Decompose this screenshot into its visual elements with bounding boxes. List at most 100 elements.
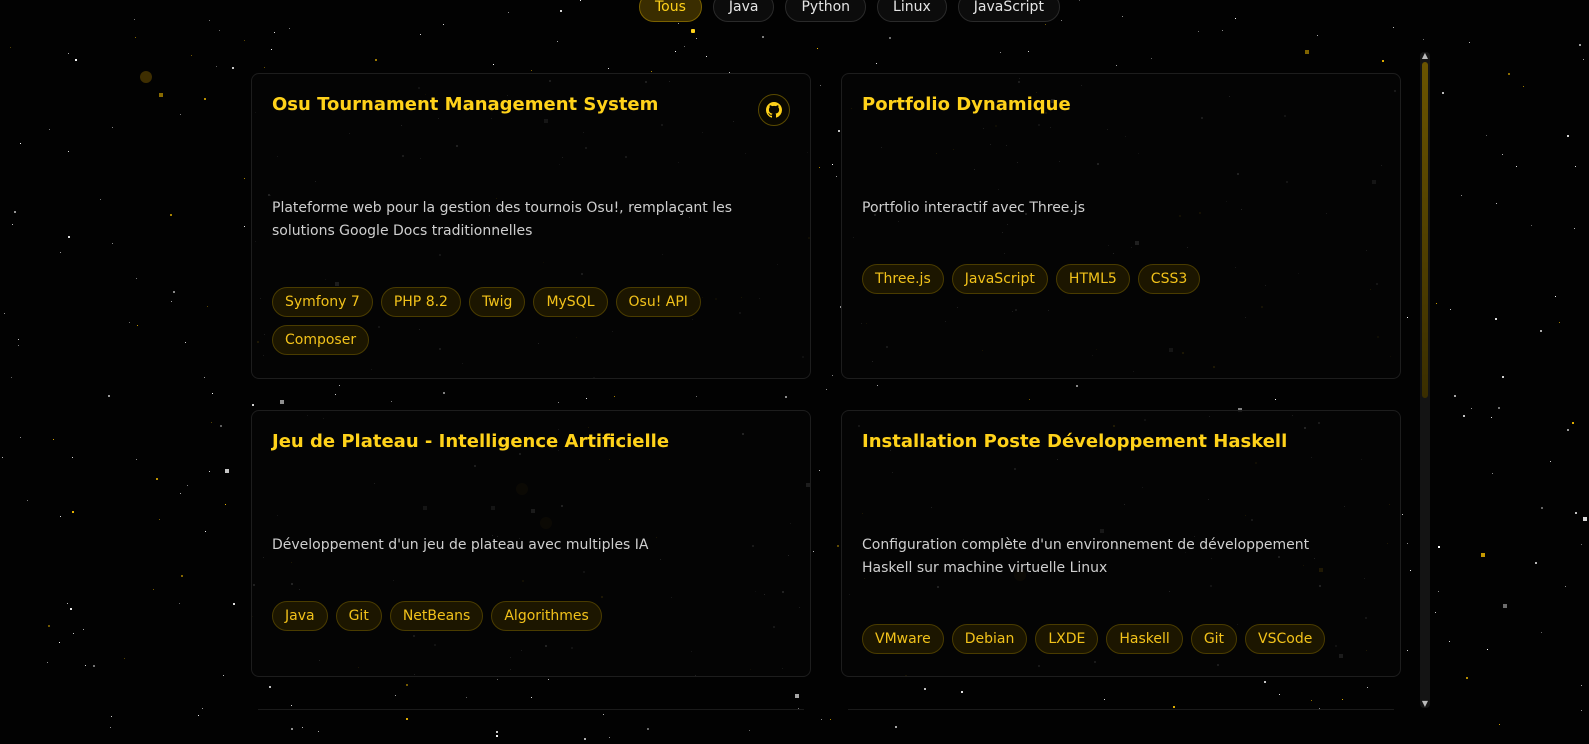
- star: [1469, 42, 1470, 43]
- star: [18, 339, 19, 340]
- star: [68, 236, 70, 238]
- project-card-osu[interactable]: Osu Tournament Management System Platefo…: [251, 73, 811, 379]
- star: [1029, 399, 1030, 400]
- filter-linux[interactable]: Linux: [877, 0, 947, 22]
- star: [209, 20, 210, 21]
- project-description: Plateforme web pour la gestion des tourn…: [272, 200, 733, 239]
- active-filter-indicator: [691, 29, 695, 33]
- star: [420, 34, 421, 35]
- star: [1471, 408, 1472, 409]
- star: [187, 485, 188, 486]
- star: [244, 40, 245, 41]
- star: [1438, 546, 1440, 548]
- star: [12, 224, 13, 225]
- star: [225, 469, 229, 473]
- star: [73, 633, 74, 634]
- star: [223, 675, 224, 676]
- chevron-up-icon[interactable]: ▲: [1420, 52, 1430, 60]
- star: [1423, 39, 1424, 40]
- star: [72, 511, 74, 513]
- star: [375, 59, 377, 61]
- tag: Symfony 7: [272, 287, 373, 317]
- star: [291, 728, 293, 730]
- filter-java[interactable]: Java: [712, 0, 775, 22]
- star: [395, 695, 396, 696]
- star: [27, 500, 28, 501]
- chevron-down-icon[interactable]: ▼: [1420, 700, 1430, 708]
- star: [20, 143, 21, 144]
- star: [580, 0, 581, 1]
- star: [584, 738, 586, 740]
- project-card-jeu-plateau[interactable]: Jeu de Plateau - Intelligence Artificiel…: [251, 410, 811, 677]
- tag-list: Java Git NetBeans Algorithmes: [272, 601, 792, 631]
- github-icon: [766, 102, 782, 118]
- star: [391, 401, 392, 402]
- star: [603, 714, 604, 715]
- tag: Java: [272, 601, 328, 631]
- tag: CSS3: [1137, 264, 1201, 294]
- star: [1559, 322, 1560, 323]
- star: [112, 243, 113, 244]
- star: [339, 385, 340, 386]
- star: [216, 66, 217, 67]
- star: [220, 425, 222, 427]
- star: [11, 377, 12, 378]
- star: [832, 164, 833, 165]
- tag: Osu! API: [615, 287, 701, 317]
- scrollbar[interactable]: ▲ ▼: [1420, 52, 1430, 708]
- star: [548, 679, 549, 680]
- github-button[interactable]: [758, 94, 790, 126]
- star: [207, 306, 208, 307]
- star: [877, 385, 878, 386]
- star: [156, 478, 158, 480]
- star: [173, 291, 175, 293]
- star: [1407, 317, 1408, 318]
- star: [302, 727, 303, 728]
- star: [1535, 562, 1537, 564]
- star: [291, 705, 292, 706]
- star: [1508, 73, 1510, 75]
- project-card-haskell[interactable]: Installation Poste Développement Haskell…: [841, 410, 1401, 677]
- star: [1076, 385, 1078, 387]
- projects-page: Tous Java Python Linux JavaScript Osu To…: [0, 0, 1589, 744]
- tag-list: Symfony 7 PHP 8.2 Twig MySQL Osu! API Co…: [272, 287, 792, 355]
- star: [560, 10, 562, 12]
- star: [1264, 681, 1266, 683]
- star: [609, 737, 610, 738]
- tag: Composer: [272, 325, 370, 355]
- star: [1450, 309, 1451, 310]
- star: [1567, 135, 1569, 137]
- filter-python[interactable]: Python: [785, 0, 867, 22]
- star: [443, 392, 445, 394]
- star: [1305, 50, 1309, 54]
- filter-javascript[interactable]: JavaScript: [957, 0, 1060, 22]
- star: [60, 516, 61, 517]
- star: [1463, 415, 1465, 417]
- star: [179, 603, 180, 604]
- star: [1575, 166, 1576, 167]
- tag: Git: [1190, 624, 1238, 654]
- star: [706, 56, 707, 57]
- scrollbar-thumb[interactable]: [1422, 62, 1428, 398]
- star: [821, 719, 822, 720]
- star: [1550, 461, 1551, 462]
- star: [496, 731, 498, 733]
- next-row-divider: [848, 709, 1394, 710]
- star: [1393, 27, 1394, 28]
- star: [271, 49, 272, 50]
- star: [1151, 58, 1152, 59]
- tag: PHP 8.2: [380, 287, 461, 317]
- star: [14, 211, 16, 213]
- star: [1565, 586, 1566, 587]
- project-card-portfolio[interactable]: Portfolio Dynamique Portfolio interactif…: [841, 73, 1401, 379]
- star: [830, 719, 831, 720]
- star: [93, 665, 95, 667]
- star: [1222, 30, 1223, 31]
- project-title: Jeu de Plateau - Intelligence Artificiel…: [272, 431, 670, 452]
- star: [134, 19, 135, 20]
- star: [795, 694, 799, 698]
- filter-tous[interactable]: Tous: [639, 0, 702, 22]
- star: [1317, 35, 1318, 36]
- star: [832, 375, 833, 376]
- star: [1198, 31, 1199, 32]
